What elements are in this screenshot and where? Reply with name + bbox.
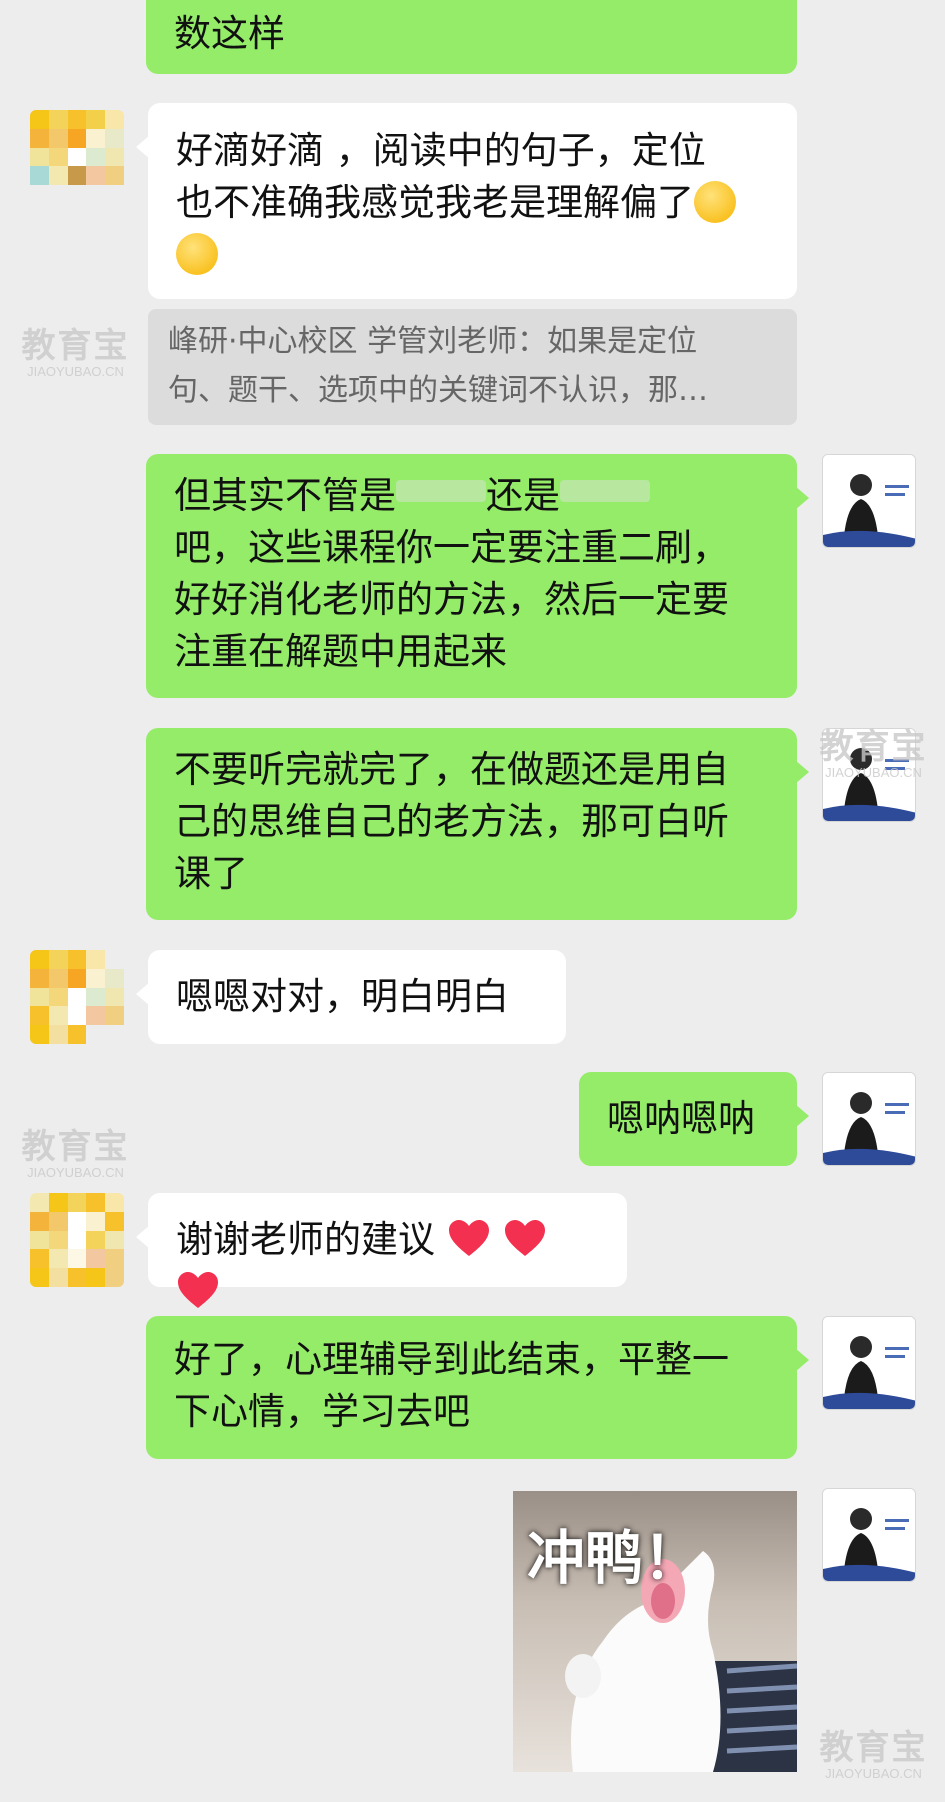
red-heart-emoji-icon [178,1272,218,1308]
message-received-4[interactable]: 嗯嗯对对，明白明白 [136,950,566,1044]
red-heart-emoji-icon [448,1220,489,1256]
message-sent-3[interactable]: 不要听完就完了，在做题还是用自 己的思维自己的老方法，那可白听 课了 [146,728,809,920]
message-text: 数这样 [174,12,285,55]
message-line-3 [176,229,769,281]
message-text: 嗯嗯对对，明白明白 [176,975,509,1018]
teacher-avatar[interactable] [822,454,916,548]
message-line: 好好消化老师的方法，然后一定要 [174,578,729,621]
message-text: 嗯呐嗯呐 [607,1097,755,1140]
quoted-message[interactable]: 峰研·中心校区 学管刘老师：如果是定位 句、题干、选项中的关键词不认识，那… [148,309,797,425]
quote-line: 峰研·中心校区 学管刘老师：如果是定位 [168,324,698,359]
quote-line: 句、题干、选项中的关键词不认识，那… [168,373,708,408]
teacher-avatar[interactable] [822,1488,916,1582]
message-line: 不要听完就完了，在做题还是用自 [174,748,729,791]
watermark-logo: 教育宝 JIAOYUBAO.CN [819,1729,928,1781]
teacher-avatar[interactable] [822,1072,916,1166]
pensive-face-emoji-icon [694,181,736,223]
message-received-6[interactable]: 谢谢老师的建议 [136,1193,627,1308]
message-text: 谢谢老师的建议 [176,1218,435,1261]
message-line: 课了 [174,852,248,895]
teacher-avatar[interactable] [822,728,916,822]
message-line: 下心情，学习去吧 [174,1390,470,1433]
message-line: 好了，心理辅导到此结束，平整一 [174,1338,729,1381]
redacted-text [396,480,486,502]
message-line: 但其实不管是 还是 [174,470,769,522]
contact-avatar[interactable] [30,1193,124,1287]
message-line-2: 也不准确我感觉我老是理解偏了 [176,177,769,229]
teacher-avatar[interactable] [822,1316,916,1410]
contact-avatar[interactable] [30,950,124,1044]
message-sent-2[interactable]: 但其实不管是 还是 吧，这些课程你一定要注重二刷， 好好消化老师的方法，然后一定要… [146,454,809,698]
pensive-face-emoji-icon [176,233,218,275]
watermark-logo: 教育宝 JIAOYUBAO.CN [21,327,130,379]
message-line: 己的思维自己的老方法，那可白听 [174,800,729,843]
message-line: 好滴好滴 ，阅读中的句子，定位 [176,129,706,172]
red-heart-emoji-icon [504,1220,545,1256]
message-line: 吧，这些课程你一定要注重二刷， [174,526,729,569]
message-received-1[interactable]: 好滴好滴 ，阅读中的句子，定位 也不准确我感觉我老是理解偏了 [136,103,797,299]
sticker-caption: 冲鸭！ [527,1526,702,1591]
contact-avatar[interactable] [30,110,124,204]
message-sent-0[interactable]: 数这样 [146,0,797,74]
cat-sticker[interactable]: 冲鸭！ [513,1491,797,1772]
message-sent-5[interactable]: 嗯呐嗯呐 [579,1072,809,1166]
redacted-text [560,480,650,502]
message-sent-7[interactable]: 好了，心理辅导到此结束，平整一 下心情，学习去吧 [146,1316,809,1459]
watermark-logo: 教育宝 JIAOYUBAO.CN [21,1128,130,1180]
message-line: 注重在解题中用起来 [174,630,507,673]
